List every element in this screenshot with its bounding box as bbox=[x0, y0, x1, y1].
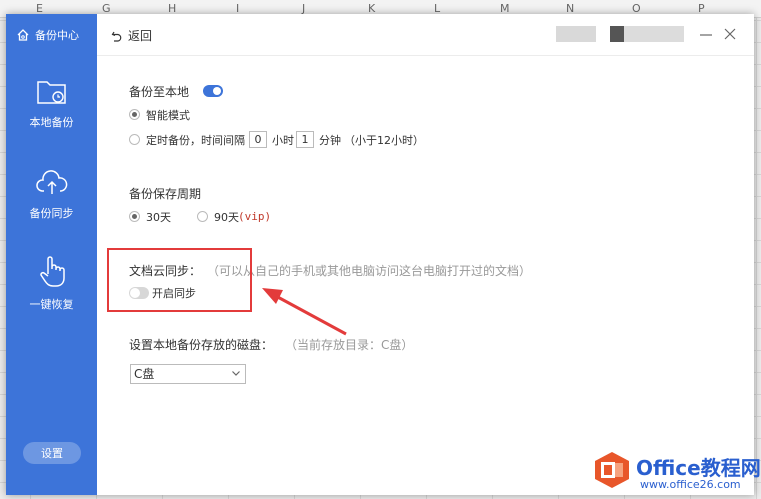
sidebar-item-label: 备份同步 bbox=[29, 207, 74, 220]
back-label: 返回 bbox=[128, 29, 153, 43]
timed-backup-label: 定时备份，时间间隔 bbox=[146, 134, 245, 147]
sidebar-brand-label: 备份中心 bbox=[35, 29, 79, 42]
sidebar-brand[interactable]: 备份中心 bbox=[16, 26, 79, 44]
disk-select[interactable]: C盘 bbox=[130, 364, 246, 384]
backup-center-dialog: 备份中心 本地备份 备份同步 一键恢复 设置 返回 备份至本地 智能模式 定时备… bbox=[6, 14, 754, 495]
sidebar-item-local-backup[interactable]: 本地备份 bbox=[6, 78, 97, 130]
retention-30-label: 30天 bbox=[146, 211, 171, 224]
chevron-down-icon bbox=[232, 371, 240, 376]
local-backup-title: 备份至本地 bbox=[129, 85, 190, 99]
interval-limit-note: （小于12小时） bbox=[344, 134, 424, 147]
highlight-box bbox=[107, 248, 252, 312]
home-icon bbox=[17, 29, 29, 41]
blurred-account-name bbox=[624, 26, 684, 42]
local-backup-toggle[interactable] bbox=[203, 85, 223, 97]
disk-title: 设置本地备份存放的磁盘： bbox=[129, 338, 274, 352]
settings-button[interactable]: 设置 bbox=[23, 442, 81, 464]
disk-select-value: C盘 bbox=[134, 367, 155, 381]
hours-unit: 小时 bbox=[272, 134, 294, 147]
disk-hint: （当前存放目录：C盘） bbox=[285, 338, 414, 352]
timed-backup-radio[interactable] bbox=[129, 134, 140, 145]
retention-title: 备份保存周期 bbox=[129, 187, 202, 201]
office-logo-icon bbox=[595, 452, 629, 488]
minimize-icon[interactable] bbox=[699, 27, 713, 41]
smart-mode-radio[interactable] bbox=[129, 109, 140, 120]
blurred-account-info bbox=[556, 26, 596, 42]
smart-mode-label: 智能模式 bbox=[146, 109, 190, 122]
watermark-brand: Office教程网 bbox=[636, 456, 761, 480]
hours-input[interactable]: 0 bbox=[249, 131, 267, 148]
sidebar-item-label: 一键恢复 bbox=[29, 298, 74, 311]
cloud-upload-icon bbox=[35, 170, 67, 194]
minutes-input[interactable]: 1 bbox=[296, 131, 314, 148]
sidebar-item-one-click-restore[interactable]: 一键恢复 bbox=[6, 254, 97, 312]
office26-watermark: Office教程网 www.office26.com bbox=[592, 448, 761, 494]
back-button[interactable]: 返回 bbox=[111, 27, 152, 44]
retention-90-label: 90天 bbox=[214, 211, 239, 224]
sidebar: 备份中心 本地备份 备份同步 一键恢复 设置 bbox=[6, 14, 97, 495]
blurred-avatar bbox=[610, 26, 624, 42]
titlebar: 返回 bbox=[97, 14, 754, 56]
minutes-unit: 分钟 bbox=[319, 134, 341, 147]
folder-clock-icon bbox=[36, 81, 66, 104]
undo-icon bbox=[111, 31, 122, 42]
retention-30-radio[interactable] bbox=[129, 211, 140, 222]
watermark-site: www.office26.com bbox=[640, 478, 741, 491]
hand-pointer-icon bbox=[39, 256, 65, 287]
vip-tag: (vip) bbox=[238, 210, 272, 223]
sidebar-item-backup-sync[interactable]: 备份同步 bbox=[6, 169, 97, 221]
retention-90-radio[interactable] bbox=[197, 211, 208, 222]
sidebar-item-label: 本地备份 bbox=[29, 116, 74, 129]
close-icon[interactable] bbox=[723, 27, 737, 41]
cloud-sync-hint: （可以从自己的手机或其他电脑访问这台电脑打开过的文档） bbox=[207, 264, 532, 278]
